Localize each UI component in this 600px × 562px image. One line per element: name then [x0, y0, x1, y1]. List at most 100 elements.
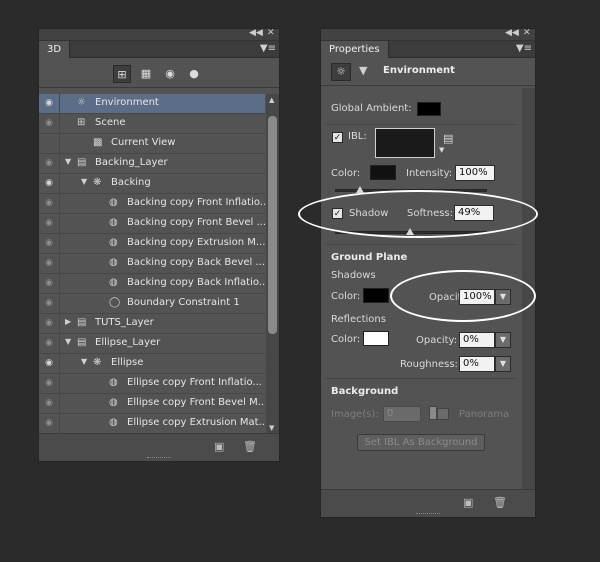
- visibility-eye-icon[interactable]: ◉: [39, 354, 60, 373]
- expand-down-icon[interactable]: ▼: [81, 177, 87, 186]
- tree-row[interactable]: ◉ ▶ ▤ TUTS_Layer: [39, 314, 265, 334]
- reflection-color-swatch[interactable]: [363, 331, 389, 346]
- visibility-eye-icon[interactable]: ◉: [39, 174, 60, 193]
- global-ambient-swatch[interactable]: [417, 102, 441, 116]
- ibl-checkbox[interactable]: ✓: [332, 132, 343, 143]
- ibl-preview[interactable]: [375, 128, 435, 158]
- shadow-label: Shadow: [349, 208, 389, 219]
- roughness-field[interactable]: 0%: [459, 356, 495, 372]
- 3d-bottom-bar: ▣ 🗑: [39, 433, 279, 461]
- shadow-opacity-field[interactable]: 100%: [459, 289, 495, 305]
- softness-label: Softness:: [407, 208, 454, 219]
- expand-down-icon[interactable]: ▼: [81, 357, 87, 366]
- close-icon[interactable]: ✕: [523, 28, 531, 38]
- materials-filter-icon[interactable]: ◉: [161, 65, 179, 83]
- whole-scene-filter-icon[interactable]: ⊞: [113, 65, 131, 83]
- tree-row[interactable]: ◉ ◍ Backing copy Front Inflatio...: [39, 194, 265, 214]
- visibility-eye-icon[interactable]: ◉: [39, 374, 60, 393]
- tree-row[interactable]: ◉ ◍ Ellipse copy Front Bevel M...: [39, 394, 265, 414]
- tree-row[interactable]: ◉ ▼ ❋ Backing: [39, 174, 265, 194]
- tree-row[interactable]: ◉ ◍ Backing copy Front Bevel ...: [39, 214, 265, 234]
- images-field[interactable]: 0: [383, 406, 421, 422]
- expand-right-icon[interactable]: ▶: [65, 317, 71, 326]
- visibility-eye-icon[interactable]: [39, 134, 60, 153]
- close-icon[interactable]: ✕: [267, 28, 275, 38]
- visibility-eye-icon[interactable]: ◉: [39, 414, 60, 433]
- visibility-eye-icon[interactable]: ◉: [39, 194, 60, 213]
- shadow-opacity-dropdown-icon[interactable]: ▼: [495, 289, 511, 305]
- tree-row[interactable]: ◉ ◍ Backing copy Back Bevel ...: [39, 254, 265, 274]
- visibility-eye-icon[interactable]: ◉: [39, 334, 60, 353]
- tree-row-label: TUTS_Layer: [95, 317, 154, 328]
- scroll-down-icon[interactable]: ▼: [269, 424, 274, 432]
- panel-menu-icon[interactable]: ▼≡: [516, 43, 532, 54]
- color-swatch[interactable]: [370, 165, 396, 180]
- scene-icon[interactable]: ▼: [359, 64, 367, 77]
- softness-slider-knob[interactable]: [406, 228, 414, 235]
- tab-3d[interactable]: 3D: [39, 41, 71, 58]
- panorama-toggle-track[interactable]: [437, 408, 449, 420]
- scroll-up-icon[interactable]: ▲: [269, 96, 274, 104]
- roughness-dropdown-icon[interactable]: ▼: [495, 356, 511, 372]
- render-icon[interactable]: ▣: [463, 496, 473, 509]
- intensity-field[interactable]: 100%: [455, 165, 495, 181]
- collapse-icon[interactable]: ◀◀: [249, 28, 263, 38]
- visibility-eye-icon[interactable]: ◉: [39, 154, 60, 173]
- reflection-opacity-dropdown-icon[interactable]: ▼: [495, 332, 511, 348]
- tree-row[interactable]: ◉ ◍ Ellipse copy Front Inflatio...: [39, 374, 265, 394]
- expand-down-icon[interactable]: ▼: [65, 337, 71, 346]
- expand-down-icon[interactable]: ▼: [65, 157, 71, 166]
- visibility-eye-icon[interactable]: ◉: [39, 214, 60, 233]
- visibility-eye-icon[interactable]: ◉: [39, 94, 60, 113]
- panel-menu-icon[interactable]: ▼≡: [260, 43, 276, 54]
- visibility-eye-icon[interactable]: ◉: [39, 274, 60, 293]
- shadow-checkbox[interactable]: ✓: [332, 208, 343, 219]
- tab-properties[interactable]: Properties: [321, 41, 389, 58]
- folder-icon: ▤: [77, 337, 87, 348]
- visibility-eye-icon[interactable]: ◉: [39, 294, 60, 313]
- visibility-eye-icon[interactable]: ◉: [39, 234, 60, 253]
- properties-bottom-bar: ▣ 🗑: [321, 489, 535, 517]
- softness-field[interactable]: 49%: [454, 205, 494, 221]
- tree-row[interactable]: ◉ ☼ Environment: [39, 94, 265, 114]
- environment-icon[interactable]: ☼: [331, 63, 351, 81]
- tree-row[interactable]: ◉ ◍ Ellipse copy Extrusion Mat...: [39, 414, 265, 434]
- visibility-eye-icon[interactable]: ◉: [39, 114, 60, 133]
- ibl-dropdown-icon[interactable]: ▼: [439, 146, 444, 154]
- reflection-opacity-field[interactable]: 0%: [459, 332, 495, 348]
- lights-filter-icon[interactable]: ●: [185, 65, 203, 83]
- trash-icon[interactable]: 🗑: [493, 496, 507, 509]
- tree-row[interactable]: ◉ ◍ Backing copy Back Inflatio...: [39, 274, 265, 294]
- panel-top-strip: ◀◀ ✕: [39, 28, 279, 41]
- properties-header: ☼ ▼ Environment: [321, 58, 535, 86]
- folder-icon[interactable]: ▤: [443, 132, 453, 145]
- tree-row[interactable]: ◉ ◍ Backing copy Extrusion M...: [39, 234, 265, 254]
- tree-row[interactable]: ▩ Current View: [39, 134, 265, 154]
- tree-row[interactable]: ◉ ▼ ❋ Ellipse: [39, 354, 265, 374]
- visibility-eye-icon[interactable]: ◉: [39, 254, 60, 273]
- tree-row[interactable]: ◉ ▼ ▤ Backing_Layer: [39, 154, 265, 174]
- resize-grip[interactable]: [147, 457, 171, 460]
- shadows-color-label: Color:: [331, 291, 361, 302]
- add-light-icon[interactable]: ▣: [214, 440, 224, 453]
- visibility-eye-icon[interactable]: ◉: [39, 314, 60, 333]
- tree-scrollbar[interactable]: ▲ ▼: [266, 94, 279, 434]
- properties-scrollbar[interactable]: [522, 88, 535, 491]
- intensity-slider-knob[interactable]: [356, 186, 364, 193]
- collapse-icon[interactable]: ◀◀: [505, 28, 519, 38]
- tree-row[interactable]: ◉ ⊞ Scene: [39, 114, 265, 134]
- tree-row[interactable]: ◉ ▼ ▤ Ellipse_Layer: [39, 334, 265, 354]
- folder-icon: ▤: [77, 157, 87, 168]
- meshes-filter-icon[interactable]: ▦: [137, 65, 155, 83]
- visibility-eye-icon[interactable]: ◉: [39, 394, 60, 413]
- scroll-thumb[interactable]: [268, 116, 277, 334]
- tree-row[interactable]: ◉ ◯ Boundary Constraint 1: [39, 294, 265, 314]
- resize-grip[interactable]: [416, 513, 440, 516]
- shadow-color-swatch[interactable]: [363, 288, 389, 303]
- properties-panel: ◀◀ ✕ Properties ▼≡ ☼ ▼ Environment Globa…: [320, 28, 536, 518]
- camera-icon: ▩: [93, 137, 103, 148]
- properties-body: Global Ambient: ✓ IBL: ▼ ▤ Color: Intens…: [321, 88, 521, 491]
- panorama-toggle[interactable]: [429, 406, 437, 420]
- set-ibl-background-button[interactable]: Set IBL As Background: [357, 434, 485, 451]
- trash-icon[interactable]: 🗑: [243, 440, 257, 453]
